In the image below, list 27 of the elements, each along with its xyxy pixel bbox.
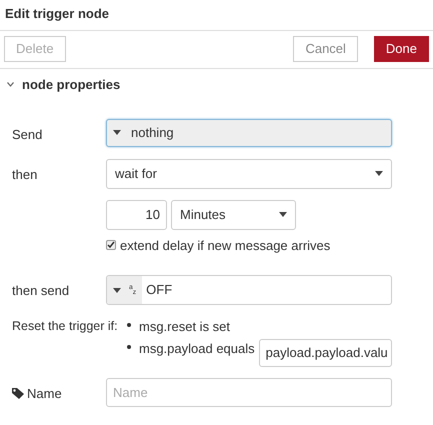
extend-checkbox[interactable] xyxy=(106,240,116,250)
condition-text: msg.payload equals xyxy=(139,340,255,358)
caret-icon xyxy=(279,212,287,217)
field-label: Send xyxy=(12,126,42,142)
bullet-icon xyxy=(127,323,131,327)
field-label: then xyxy=(12,166,38,182)
unit-select[interactable]: Minutes xyxy=(171,200,296,230)
caret-icon xyxy=(113,288,121,292)
checkbox-label: extend delay if new message arrives xyxy=(120,236,330,255)
done-button[interactable]: Done xyxy=(374,36,429,62)
field-label: Name xyxy=(27,384,62,402)
send-select[interactable]: nothing xyxy=(106,118,392,146)
field-label: then send xyxy=(12,283,70,298)
name-input[interactable]: Name xyxy=(106,378,392,406)
payload-input[interactable]: payload.payload.valu xyxy=(258,338,392,366)
then-select[interactable]: wait for xyxy=(106,158,392,188)
delay-input[interactable]: 10 xyxy=(106,200,167,230)
bullet-icon xyxy=(127,344,131,348)
tag-icon xyxy=(12,388,24,399)
window-title: Edit trigger node xyxy=(0,0,433,30)
caret-icon xyxy=(113,130,121,135)
caret-icon xyxy=(375,171,383,176)
condition-text: msg.reset is set xyxy=(139,318,230,336)
toolbar-button[interactable]: Cancel xyxy=(293,36,358,62)
section-title: node properties xyxy=(22,76,120,94)
field-label: Reset the trigger if: xyxy=(12,318,119,335)
chevron-icon[interactable] xyxy=(6,82,14,87)
